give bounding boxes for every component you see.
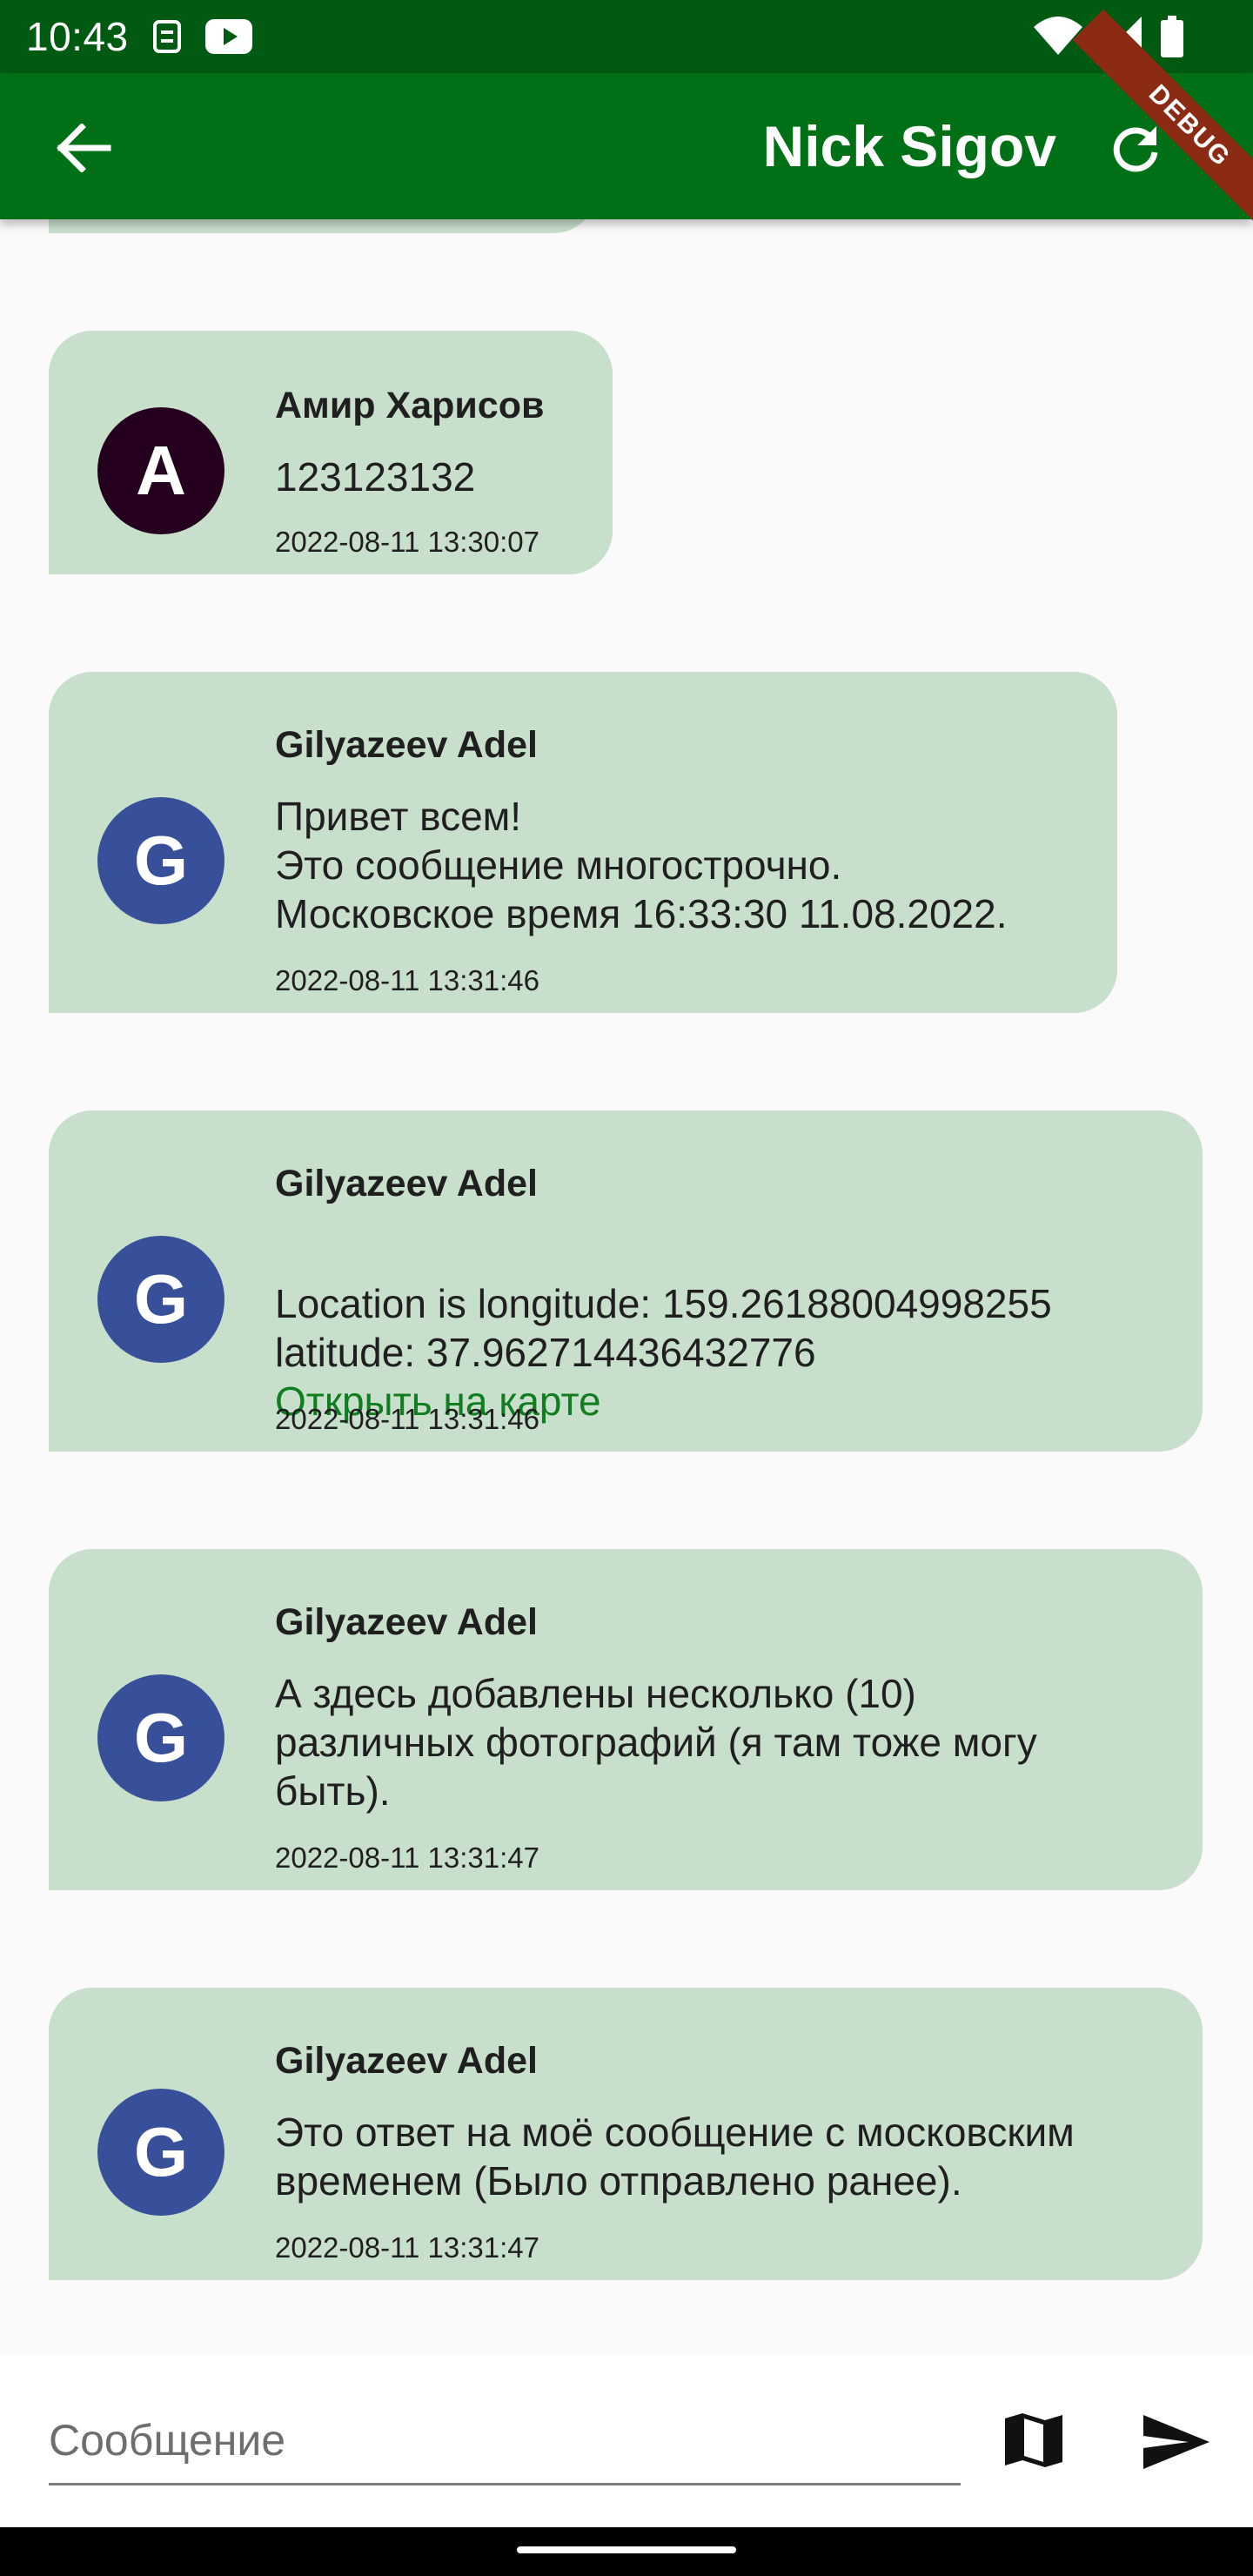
refresh-icon (1113, 126, 1158, 172)
avatar: G (97, 1674, 224, 1801)
message-timestamp: 2022-08-11 13:31:46 (275, 1403, 539, 1435)
message-text: 123123132 (275, 454, 476, 500)
chat-title: Nick Sigov (762, 114, 1056, 178)
sender-name: Gilyazeev Adel (275, 1163, 538, 1204)
map-icon (1005, 2413, 1062, 2467)
message-timestamp: 2022-08-11 13:31:47 (275, 1841, 539, 1874)
status-time: 10:43 (26, 14, 129, 59)
message-input[interactable] (49, 2407, 961, 2485)
back-button[interactable] (52, 117, 115, 179)
sim-icon (151, 18, 183, 55)
message-timestamp: 2022-08-11 13:31:47 (275, 2231, 539, 2264)
sender-name: Gilyazeev Adel (275, 2040, 538, 2082)
battery-icon (1161, 16, 1183, 62)
message-bubble[interactable]: G Gilyazeev Adel А здесь добавлены неско… (49, 1549, 1203, 1890)
send-icon (1143, 2415, 1209, 2469)
sender-name: Gilyazeev Adel (275, 1601, 538, 1643)
refresh-button[interactable] (1105, 118, 1166, 179)
message-text: Location is longitude: 159.2618800499825… (275, 1231, 1052, 1474)
message-text: А здесь добавлены несколько (10) различн… (275, 1671, 1037, 1814)
home-indicator[interactable] (517, 2546, 736, 2553)
message-text: Привет всем! Это сообщение многострочно.… (275, 794, 1008, 936)
map-button[interactable] (1001, 2407, 1067, 2473)
message-timestamp: 2022-08-11 13:30:07 (275, 526, 539, 558)
send-button[interactable] (1140, 2405, 1213, 2479)
system-nav-bar (0, 2527, 1253, 2576)
message-timestamp: 2022-08-11 13:31:46 (275, 964, 539, 996)
status-bar: 10:43 (0, 0, 1253, 73)
chat-screen: 10:43 Nick Sigov DEBUG A Амир Харисов 12… (0, 0, 1253, 2576)
sender-name: Gilyazeev Adel (275, 724, 538, 766)
location-text: Location is longitude: 159.2618800499825… (275, 1281, 1052, 1375)
message-bubble[interactable]: A Амир Харисов 123123132 2022-08-11 13:3… (49, 331, 613, 574)
youtube-icon (204, 19, 252, 54)
message-text: Это ответ на моё сообщение с московским … (275, 2110, 1075, 2204)
message-composer (0, 2355, 1253, 2527)
avatar: G (97, 1236, 224, 1363)
sender-name: Амир Харисов (275, 385, 545, 426)
arrow-back-icon (57, 124, 111, 172)
avatar: G (97, 797, 224, 924)
avatar: A (97, 407, 224, 534)
message-bubble[interactable]: G Gilyazeev Adel Это ответ на моё сообще… (49, 1988, 1203, 2280)
avatar: G (97, 2089, 224, 2216)
app-bar: Nick Sigov (0, 73, 1253, 219)
message-bubble[interactable]: G Gilyazeev Adel Location is longitude: … (49, 1110, 1203, 1452)
message-bubble[interactable]: G Gilyazeev Adel Привет всем! Это сообще… (49, 672, 1117, 1013)
